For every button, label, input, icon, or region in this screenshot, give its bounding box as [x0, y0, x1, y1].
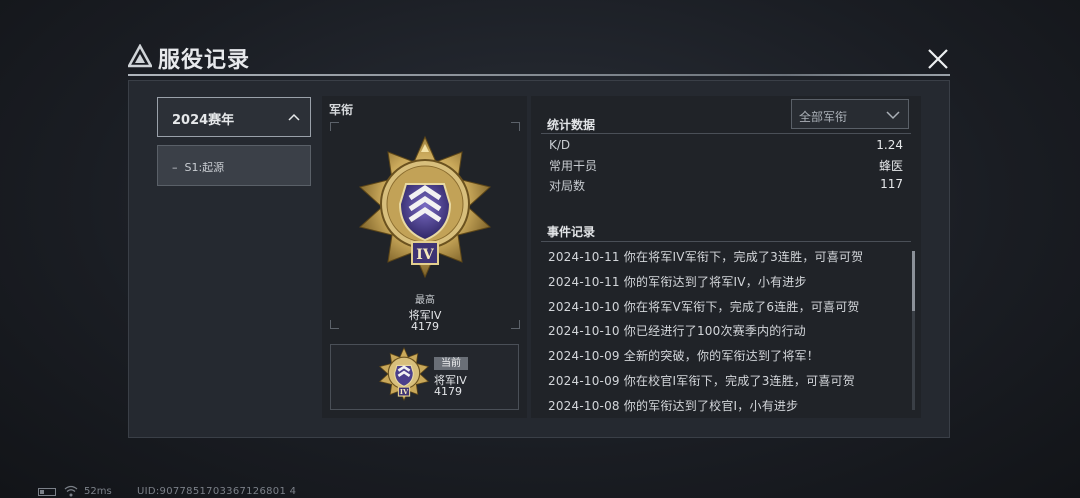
- rank-medal-icon: IV: [358, 135, 492, 279]
- event-item: 2024-10-11 你在将军IV军衔下，完成了3连胜，可喜可贺: [548, 250, 864, 264]
- events-scroll-thumb[interactable]: [912, 251, 915, 311]
- battery-level: [40, 490, 44, 494]
- best-rank-score: 4179: [411, 320, 439, 333]
- frame-corner: [330, 122, 339, 131]
- stat-key: 对局数: [549, 179, 586, 193]
- uid-readout: UID:9077851703367126801 4: [137, 486, 297, 497]
- page-title: 服役记录: [158, 48, 251, 73]
- small-medal-numeral: IV: [400, 388, 409, 396]
- wifi-icon: [64, 485, 78, 497]
- rank-title: 军衔: [329, 103, 354, 117]
- stat-row-kd: K/D 1.24: [549, 138, 903, 156]
- current-rank-medal-icon: IV: [378, 346, 430, 402]
- current-rank-score: 4179: [434, 385, 462, 398]
- rank-filter-label: 全部军衔: [799, 110, 848, 124]
- current-badge: 当前: [434, 357, 468, 370]
- header: 服役记录: [128, 40, 950, 76]
- stat-value: 1.24: [876, 138, 903, 152]
- season-dropdown-label: 2024赛年: [172, 113, 235, 128]
- event-item: 2024-10-09 全新的突破，你的军衔达到了将军！: [548, 349, 819, 363]
- stat-key: K/D: [549, 138, 571, 152]
- chevron-down-icon: [886, 111, 900, 120]
- event-item: 2024-10-11 你的军衔达到了将军IV，小有进步: [548, 275, 807, 289]
- events-title: 事件记录: [547, 225, 596, 239]
- rank-filter-dropdown[interactable]: 全部军衔: [791, 99, 909, 129]
- stat-key: 常用干员: [549, 159, 598, 173]
- stats-divider: [541, 133, 911, 134]
- season-dropdown[interactable]: 2024赛年: [157, 97, 311, 137]
- frame-corner: [511, 122, 520, 131]
- chevron-up-icon: [288, 113, 300, 121]
- ping-readout: 52ms: [84, 486, 112, 497]
- stat-value: 117: [880, 177, 903, 191]
- event-item: 2024-10-10 你在将军V军衔下，完成了6连胜，可喜可贺: [548, 300, 860, 314]
- stat-value: 蜂医: [878, 159, 903, 173]
- best-rank-label: 最高: [415, 295, 435, 306]
- stat-row-operator: 常用干员 蜂医: [549, 157, 903, 175]
- events-divider: [541, 241, 911, 242]
- event-item: 2024-10-08 你的军衔达到了校官Ⅰ，小有进步: [548, 399, 799, 413]
- season-item-s1[interactable]: – S1:起源: [157, 145, 311, 186]
- event-item: 2024-10-09 你在校官Ⅰ军衔下，完成了3连胜，可喜可贺: [548, 374, 855, 388]
- event-item: 2024-10-10 你已经进行了100次赛季内的行动: [548, 324, 806, 338]
- stats-title: 统计数据: [547, 118, 596, 132]
- medal-numeral: IV: [416, 247, 435, 263]
- season-item-label: – S1:起源: [172, 161, 225, 174]
- close-icon[interactable]: [925, 46, 951, 72]
- header-divider: [128, 74, 950, 76]
- game-logo-icon: [128, 44, 152, 68]
- stat-row-matches: 对局数 117: [549, 177, 903, 195]
